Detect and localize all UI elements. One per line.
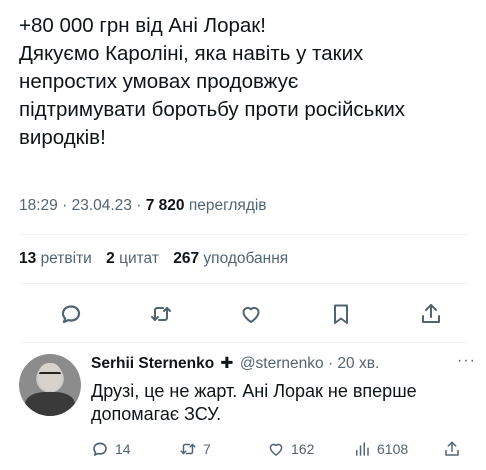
tweet-line: непростих умовах продовжує (19, 70, 299, 93)
author-handle[interactable]: @sternenko (240, 355, 324, 372)
likes-stat[interactable]: 267 уподобання (173, 250, 288, 267)
quotes-count: 2 (106, 250, 115, 267)
reply-icon (93, 442, 107, 456)
retweets-stat[interactable]: 13 ретвіти (19, 250, 92, 267)
tweet-meta: 18:29 · 23.04.23 · 7 820 переглядів (19, 197, 267, 215)
reply-actions: 14 7 162 6108 (91, 438, 476, 460)
meta-separator: · (62, 197, 72, 214)
tweet-line: виродків! (19, 126, 106, 149)
reply-share-button[interactable] (443, 440, 461, 458)
divider (19, 234, 467, 235)
meta-separator: · (136, 197, 146, 214)
reply-views-button[interactable]: 6108 (353, 440, 443, 458)
reply-line: допомагає ЗСУ. (91, 404, 222, 424)
tweet-line: Дякуємо Кароліні, яка навіть у таких (19, 42, 364, 65)
views-count: 7 820 (145, 197, 185, 214)
tweet-text: +80 000 грн від Ані Лорак! Дякуємо Карол… (19, 12, 469, 152)
cross-badge-icon: ✚ (220, 355, 234, 372)
bookmark-icon (334, 304, 348, 324)
like-icon (242, 306, 260, 323)
reply-retweets-count: 7 (203, 441, 211, 457)
views-label: переглядів (188, 197, 267, 214)
engagement-stats: 13 ретвіти 2 цитат 267 уподобання (19, 250, 288, 268)
retweets-count: 13 (19, 250, 37, 267)
retweet-button[interactable] (147, 300, 175, 328)
reply-views-count: 6108 (377, 441, 409, 457)
reply-header: Serhii Sternenko ✚ @sternenko · 20 хв. (91, 354, 379, 373)
avatar[interactable] (19, 354, 81, 416)
tweet-date[interactable]: 23.04.23 (72, 197, 132, 214)
like-button[interactable] (237, 300, 265, 328)
author-name[interactable]: Serhii Sternenko (91, 355, 214, 372)
share-button[interactable] (417, 300, 445, 328)
tweet-actions (19, 296, 467, 332)
reply-retweet-button[interactable]: 7 (179, 440, 267, 458)
likes-count: 267 (173, 250, 200, 267)
retweet-icon (180, 443, 196, 455)
reply-icon (61, 305, 81, 324)
reply-like-button[interactable]: 162 (267, 440, 353, 458)
retweet-icon (151, 307, 171, 321)
quotes-stat[interactable]: 2 цитат (106, 250, 159, 267)
reply-reply-button[interactable]: 14 (91, 440, 179, 458)
reply-text: Друзі, це не жарт. Ані Лорак не вперше д… (91, 380, 417, 426)
tweet-time[interactable]: 18:29 (19, 197, 58, 214)
more-options-icon[interactable]: ··· (457, 352, 476, 370)
likes-label: уподобання (203, 250, 289, 267)
bookmark-button[interactable] (327, 300, 355, 328)
reply-replies-count: 14 (115, 441, 131, 457)
reply-button[interactable] (57, 300, 85, 328)
tweet-line: +80 000 грн від Ані Лорак! (19, 14, 266, 37)
reply-line: Друзі, це не жарт. Ані Лорак не вперше (91, 381, 417, 401)
like-icon (269, 443, 283, 456)
meta-separator: · (327, 355, 338, 372)
share-icon (445, 441, 459, 456)
divider (19, 342, 467, 343)
reply-time[interactable]: 20 хв. (337, 355, 379, 372)
retweets-label: ретвіти (40, 250, 92, 267)
tweet-line: підтримувати боротьбу проти російських (19, 98, 406, 121)
share-icon (422, 304, 440, 323)
quotes-label: цитат (119, 250, 159, 267)
analytics-icon (356, 442, 369, 456)
reply-likes-count: 162 (291, 441, 315, 457)
divider (19, 283, 467, 284)
